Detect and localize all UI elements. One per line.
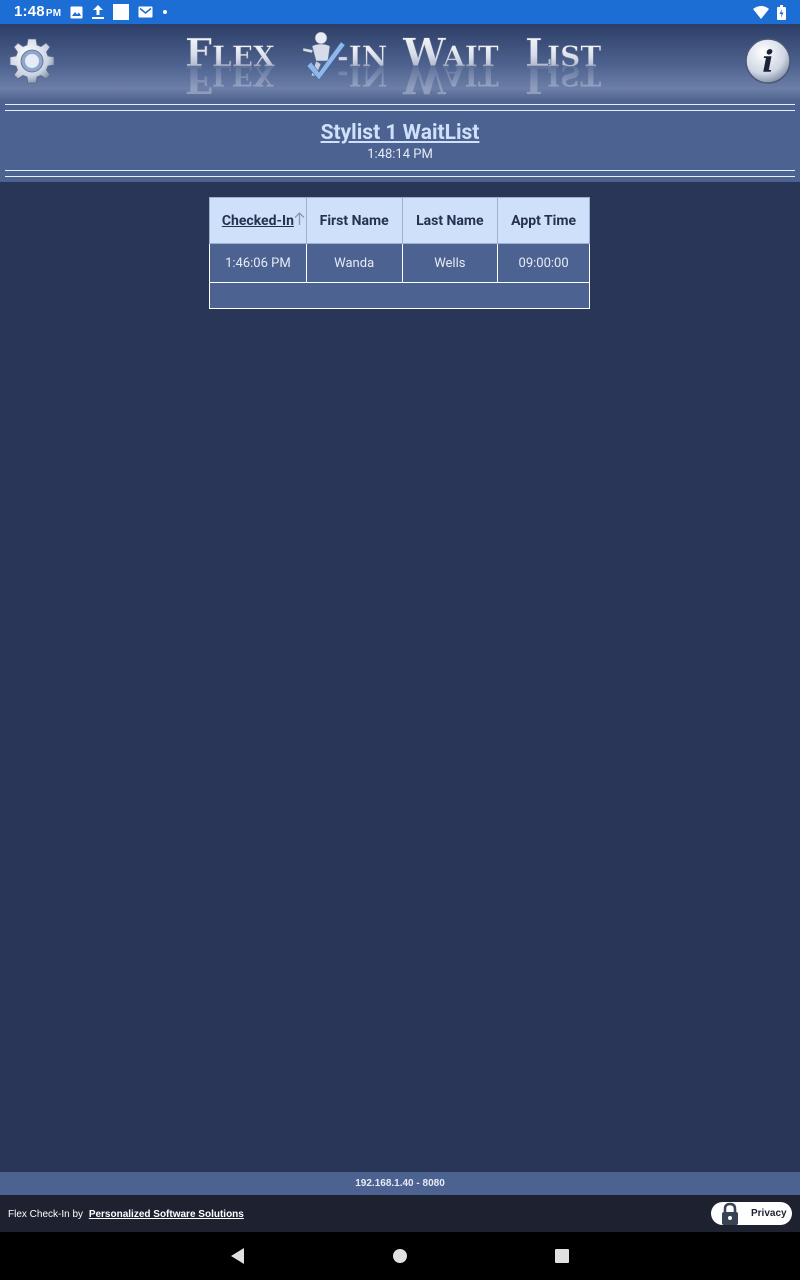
top-divider-1: [5, 104, 795, 105]
upload-icon: [92, 5, 104, 19]
back-icon: [231, 1248, 244, 1264]
svg-text:F: F: [185, 57, 212, 98]
home-button[interactable]: [390, 1246, 410, 1266]
system-navigation-bar: [0, 1232, 800, 1280]
server-address: 192.168.1.40 - 8080: [0, 1172, 800, 1195]
status-system-icons: [753, 4, 786, 20]
sort-ascending-icon: [294, 212, 305, 225]
table-row[interactable]: 1:46:06 PM Wanda Wells 09:00:00: [209, 243, 590, 283]
recents-button[interactable]: [552, 1246, 572, 1266]
battery-icon: [777, 4, 786, 20]
table-header-row: Checked-In First Name Last Name Appt Tim…: [209, 197, 590, 244]
company-link[interactable]: Personalized Software Solutions: [89, 1209, 244, 1220]
cell-first-name: Wanda: [305, 243, 403, 283]
info-icon: i: [745, 38, 791, 84]
app-header: F LEX -IN W AIT L IST F LEX -IN W AIT L …: [0, 24, 800, 102]
dot-icon: [163, 10, 167, 14]
page-title[interactable]: Stylist 1 WaitList: [0, 121, 800, 145]
svg-text:i: i: [762, 45, 773, 80]
svg-text:LEX: LEX: [212, 59, 275, 92]
waitlist-table: Checked-In First Name Last Name Appt Tim…: [209, 197, 590, 309]
current-time: 1:48:14 PM: [367, 147, 433, 162]
privacy-label: Privacy: [751, 1208, 787, 1219]
cell-checked-in: 1:46:06 PM: [209, 243, 307, 283]
home-icon: [393, 1249, 407, 1263]
footer-prefix: Flex Check-In by: [8, 1209, 84, 1220]
top-divider-2: [5, 110, 795, 111]
blank-notification-icon: [113, 4, 129, 20]
status-notifications: [70, 4, 168, 20]
column-header-checked-in[interactable]: Checked-In: [209, 197, 307, 244]
cell-appt-time: 09:00:00: [497, 243, 590, 283]
cell-last-name: Wells: [401, 243, 499, 283]
app-logo: F LEX -IN W AIT L IST F LEX -IN W AIT L …: [185, 28, 615, 102]
mail-icon: [138, 6, 153, 18]
svg-text:W: W: [402, 57, 447, 98]
flex-in-waitlist-logo: F LEX -IN W AIT L IST F LEX -IN W AIT L …: [185, 30, 602, 102]
svg-text:AIT: AIT: [442, 59, 499, 92]
settings-button[interactable]: [8, 37, 56, 85]
wifi-icon: [753, 5, 769, 19]
svg-text:IST: IST: [547, 59, 601, 92]
bottom-divider-1: [5, 170, 795, 171]
lock-icon: [722, 1202, 738, 1225]
gear-icon: [9, 38, 55, 84]
back-button[interactable]: [228, 1246, 248, 1266]
svg-text:-IN: -IN: [337, 59, 387, 92]
bottom-divider-2: [5, 176, 795, 177]
table-footer-row: [209, 282, 590, 309]
footer-credit: Flex Check-In by Personalized Software S…: [8, 1209, 244, 1220]
recents-icon: [555, 1249, 569, 1263]
column-header-first-name[interactable]: First Name: [305, 197, 403, 244]
info-button[interactable]: i: [744, 37, 792, 85]
page-footer: Flex Check-In by Personalized Software S…: [0, 1195, 800, 1232]
column-header-appt-time[interactable]: Appt Time: [497, 197, 590, 244]
table-footer: [209, 282, 590, 309]
privacy-button[interactable]: Privacy: [711, 1202, 792, 1225]
status-bar: 1:48PM: [0, 0, 800, 24]
column-header-last-name[interactable]: Last Name: [401, 197, 499, 244]
image-icon: [70, 6, 83, 18]
status-time: 1:48PM: [14, 3, 62, 20]
